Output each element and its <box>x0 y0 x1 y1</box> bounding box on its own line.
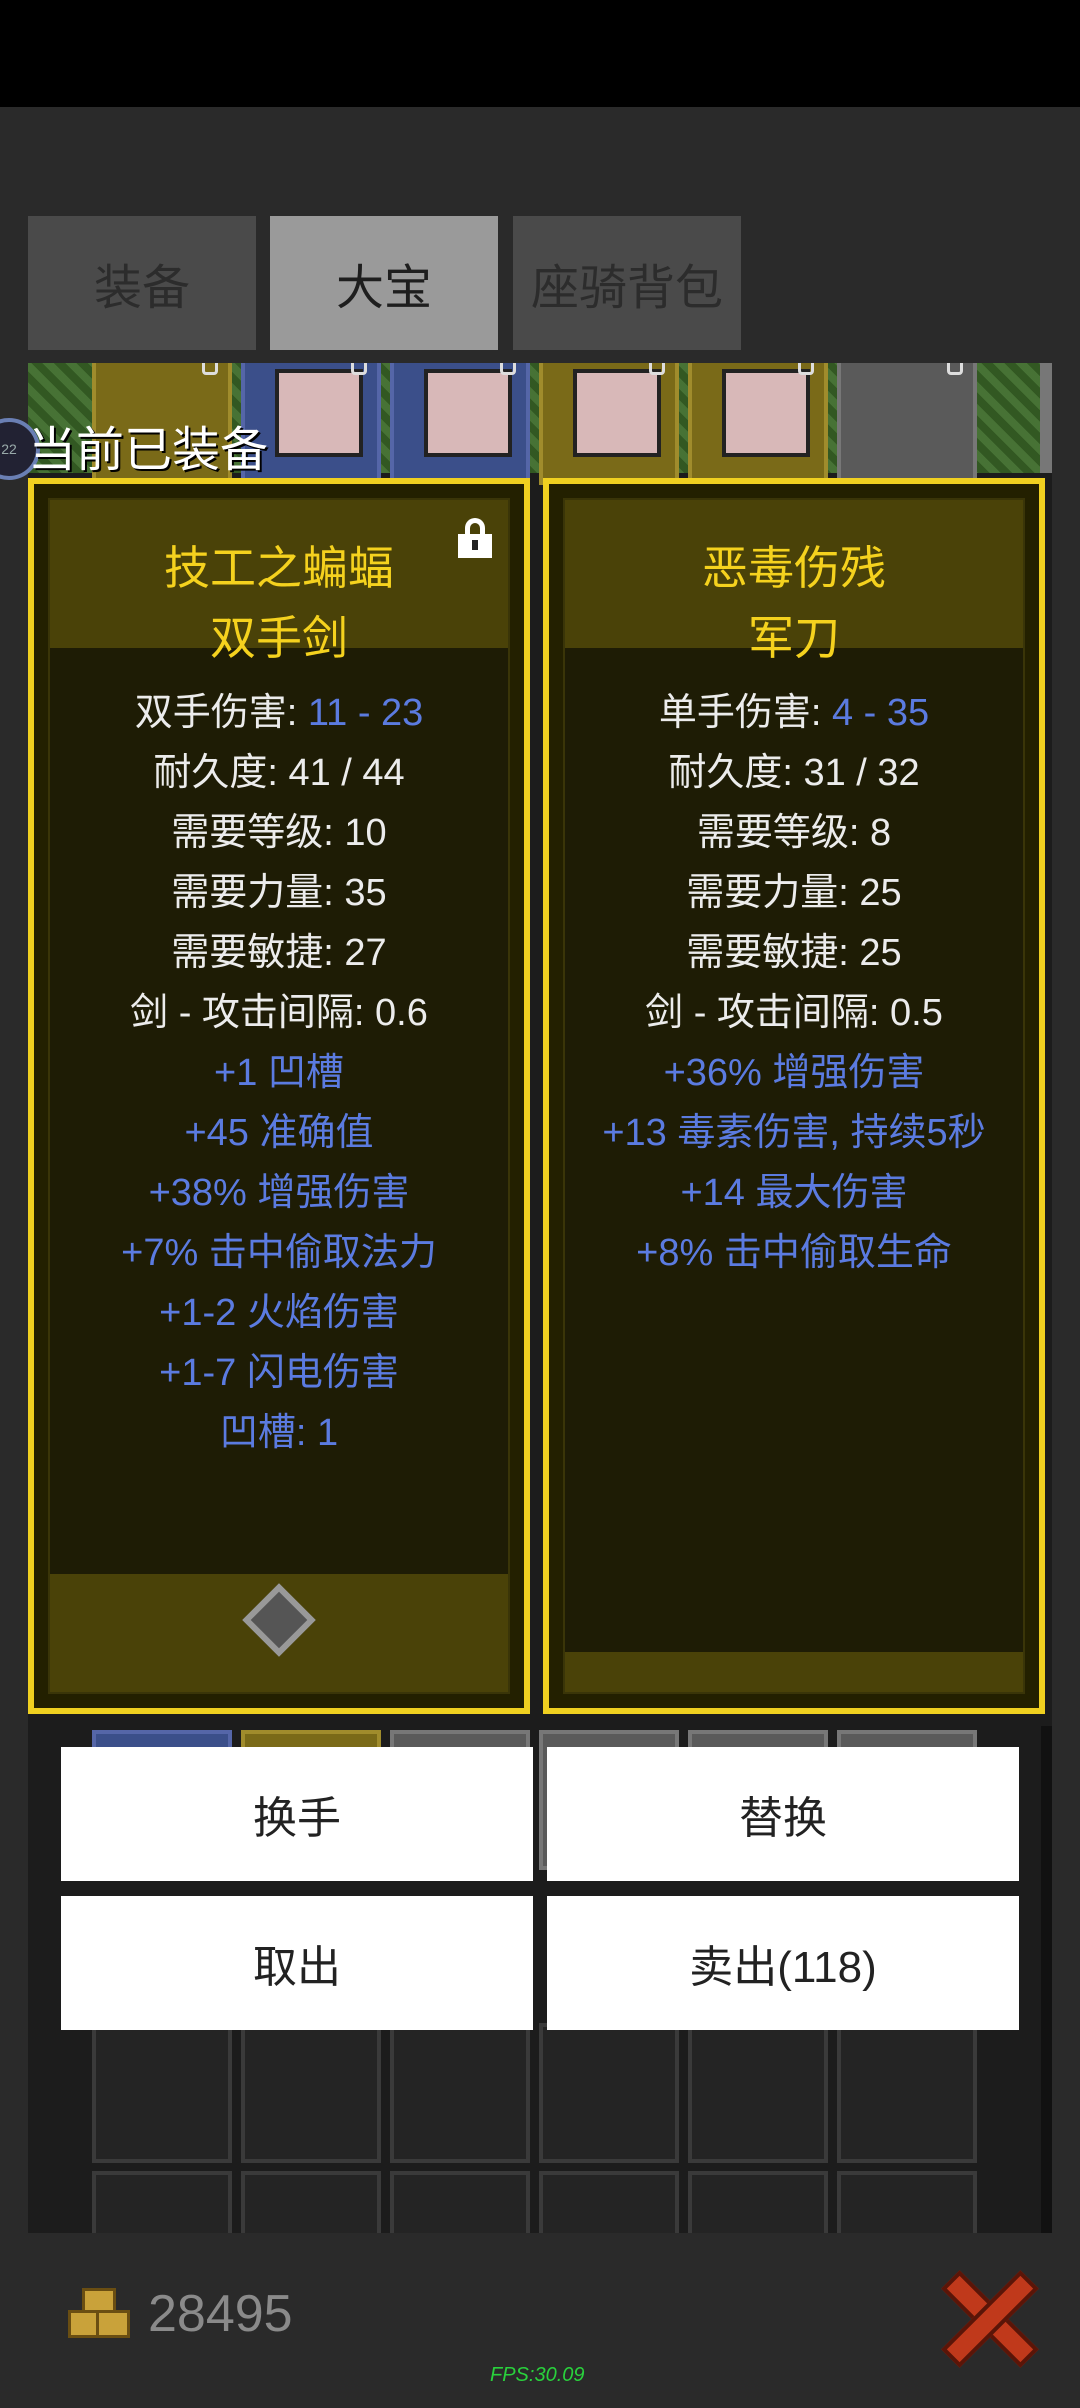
inventory-slot[interactable] <box>241 2171 381 2233</box>
magic-mod: +13 毒素伤害, 持续5秒 <box>602 1112 986 1154</box>
item-header: 技工之蝙蝠 双手剑 <box>50 500 508 664</box>
socket-icon <box>242 1583 316 1657</box>
equipped-item-card: 技工之蝙蝠 双手剑 双手伤害: 11 - 23 耐久度: 41 / 44 需要等… <box>28 478 530 1714</box>
inventory-slot[interactable] <box>837 2171 977 2233</box>
inventory-slot[interactable] <box>92 2023 232 2163</box>
item-name: 恶毒伤残 <box>702 542 886 594</box>
item-stats: 双手伤害: 11 - 23 耐久度: 41 / 44 需要等级: 10 需要力量… <box>50 683 508 1463</box>
req-level-stat: 需要等级: 10 <box>171 812 387 854</box>
tab-equipment[interactable]: 装备 <box>28 216 256 350</box>
magic-mod: +8% 击中偷取生命 <box>636 1232 952 1274</box>
inventory-slot[interactable] <box>390 2023 530 2163</box>
inventory-slot[interactable] <box>539 363 679 485</box>
inventory-slot[interactable] <box>539 2171 679 2233</box>
inventory-slot[interactable] <box>688 2171 828 2233</box>
close-x-icon[interactable] <box>940 2268 1039 2368</box>
durability-stat: 耐久度: 31 / 32 <box>668 752 920 794</box>
take-out-button[interactable]: 取出 <box>61 1896 533 2030</box>
magic-mod: +1 凹槽 <box>214 1052 344 1094</box>
inventory-slot[interactable] <box>539 2023 679 2163</box>
inventory-slot[interactable] <box>241 2023 381 2163</box>
damage-stat: 单手伤害: 4 - 35 <box>658 692 930 734</box>
tab-mount-bag[interactable]: 座骑背包 <box>513 216 741 350</box>
req-dexterity-stat: 需要敏捷: 25 <box>686 932 902 974</box>
item-type: 双手剑 <box>210 612 348 664</box>
magic-mod: +7% 击中偷取法力 <box>121 1232 437 1274</box>
magic-mod: +14 最大伤害 <box>680 1172 908 1214</box>
replace-button[interactable]: 替换 <box>547 1747 1019 1881</box>
coins-icon <box>68 2288 130 2340</box>
damage-stat: 双手伤害: 11 - 23 <box>134 692 424 734</box>
fps-counter: FPS:30.09 <box>490 2364 585 2386</box>
magic-mod: +36% 增强伤害 <box>663 1052 925 1094</box>
req-dexterity-stat: 需要敏捷: 27 <box>171 932 387 974</box>
inventory-slot[interactable] <box>92 2171 232 2233</box>
magic-mod: +1-7 闪电伤害 <box>159 1352 399 1394</box>
req-strength-stat: 需要力量: 25 <box>686 872 902 914</box>
magic-mod: +1-2 火焰伤害 <box>159 1292 399 1334</box>
magic-mod: +45 准确值 <box>184 1112 374 1154</box>
inventory-slot[interactable] <box>390 2171 530 2233</box>
scrollbar-track <box>1041 1726 1052 2233</box>
inventory-slot[interactable] <box>390 363 530 485</box>
inventory-slot[interactable] <box>837 363 977 485</box>
attack-speed-stat: 剑 - 攻击间隔: 0.6 <box>130 992 428 1034</box>
req-strength-stat: 需要力量: 35 <box>171 872 387 914</box>
inventory-slot[interactable] <box>688 2023 828 2163</box>
magic-mod: +38% 增强伤害 <box>148 1172 410 1214</box>
item-header: 恶毒伤残 军刀 <box>565 500 1023 664</box>
req-level-stat: 需要等级: 8 <box>696 812 892 854</box>
scrollbar[interactable] <box>1040 363 1052 473</box>
inventory-slot[interactable] <box>837 2023 977 2163</box>
attack-speed-stat: 剑 - 攻击间隔: 0.5 <box>645 992 943 1034</box>
item-type: 军刀 <box>748 612 840 664</box>
swap-hand-button[interactable]: 换手 <box>61 1747 533 1881</box>
padlock-icon[interactable] <box>458 518 492 558</box>
item-footer <box>565 1652 1023 1692</box>
selected-item-card: 恶毒伤残 军刀 单手伤害: 4 - 35 耐久度: 31 / 32 需要等级: … <box>543 478 1045 1714</box>
durability-stat: 耐久度: 41 / 44 <box>153 752 405 794</box>
gold-amount: 28495 <box>148 2285 293 2343</box>
socket-count: 凹槽: 1 <box>219 1412 339 1454</box>
top-status-bar <box>0 0 1080 107</box>
inventory-slot[interactable] <box>688 363 828 485</box>
item-name: 技工之蝙蝠 <box>164 542 394 594</box>
item-stats: 单手伤害: 4 - 35 耐久度: 31 / 32 需要等级: 8 需要力量: … <box>565 683 1023 1283</box>
socket-bar <box>50 1574 508 1692</box>
sell-button[interactable]: 卖出(118) <box>547 1896 1019 2030</box>
tab-dabao[interactable]: 大宝 <box>270 216 498 350</box>
equipped-label: 当前已装备 <box>28 424 269 477</box>
